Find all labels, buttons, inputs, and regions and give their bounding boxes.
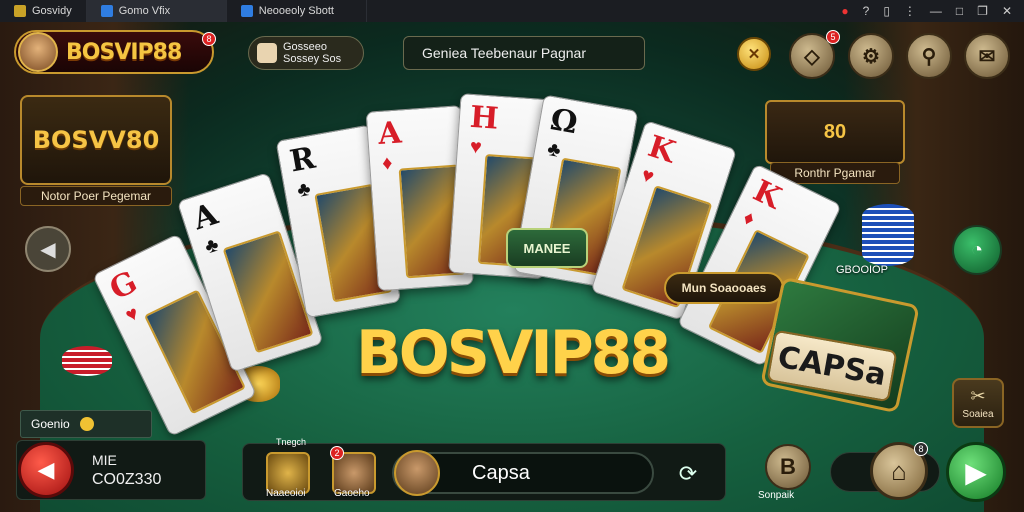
- tab-neooeoly[interactable]: Neooeoly Sbott: [227, 0, 367, 22]
- search-icon[interactable]: ⚲: [906, 33, 952, 79]
- card-suit-icon: ♣: [295, 177, 313, 202]
- player-card-sub: Sossey Sos: [283, 53, 342, 65]
- gear-icon[interactable]: ⚙: [848, 33, 894, 79]
- chip-stack-red: [62, 346, 112, 376]
- card-suit-icon: ♦: [739, 206, 759, 231]
- player-card-name: Gosseeo: [283, 41, 328, 53]
- maximize-icon[interactable]: □: [956, 4, 963, 18]
- room-preview-number: 80: [823, 120, 847, 143]
- emoji-icon[interactable]: ✕: [737, 37, 771, 71]
- card-rank: A: [189, 196, 222, 238]
- home-badge: 8: [914, 442, 928, 456]
- center-brand-logo: BOSVIP88: [356, 318, 671, 388]
- app-icon: [14, 5, 26, 17]
- game-screen: Gosvidy Gomo Vfix Neooeoly Sbott ● ? ▯ ⋮…: [0, 0, 1024, 512]
- record-icon[interactable]: ●: [841, 4, 848, 18]
- card-suit-icon: ♥: [469, 135, 483, 159]
- chip-stack-blue: [862, 204, 914, 266]
- window-controls: ● ? ▯ ⋮ — □ ❐ ✕: [841, 4, 1024, 18]
- card-rank: H: [468, 99, 500, 137]
- game-badge-green[interactable]: MANEE: [506, 228, 588, 268]
- settings-tile[interactable]: ✂ Soaiea: [952, 378, 1004, 428]
- search-text: Capsa: [472, 461, 530, 484]
- gold-label-box: Goenio: [20, 410, 152, 438]
- game-title-bar: Geniea Teebenaur Pagnar: [403, 36, 645, 70]
- more-icon[interactable]: ⋮: [904, 4, 916, 18]
- restore-icon[interactable]: ❐: [977, 4, 988, 18]
- search-avatar: [394, 450, 440, 496]
- minimize-icon[interactable]: —: [930, 4, 942, 18]
- prev-arrow-button[interactable]: ◀: [25, 226, 71, 272]
- card-rank: A: [376, 115, 403, 152]
- slot-header: Tnegch: [276, 437, 307, 447]
- avatar: [18, 32, 58, 72]
- tab-label: Gosvidy: [32, 5, 72, 17]
- notification-badge: 8: [202, 32, 216, 46]
- card-suit-icon: ♦: [381, 152, 394, 175]
- slot2-label: Gaoeho: [334, 488, 370, 499]
- tab-gosvidy[interactable]: Gosvidy: [0, 0, 87, 22]
- card-rank: Ω: [547, 102, 581, 142]
- slot1-label: Naaeoioi: [266, 488, 306, 499]
- card-suit-icon: ♥: [122, 302, 143, 328]
- card-suit-icon: ♥: [638, 163, 657, 189]
- player-mini-avatar: [257, 43, 277, 63]
- balance-line1: MIE: [92, 452, 117, 468]
- game-title: Geniea Teebenaur Pagnar: [422, 45, 586, 61]
- card-rank: K: [643, 129, 680, 171]
- mail-icon[interactable]: ✉: [964, 33, 1010, 79]
- balance-line2: CO0Z330: [92, 471, 162, 488]
- app-icon: [100, 5, 113, 17]
- card-suit-icon: ♣: [545, 138, 563, 162]
- settings-label: Soaiea: [962, 409, 994, 420]
- notification-badge: 2: [330, 446, 344, 460]
- featured-player-panel[interactable]: BOSVV80: [20, 95, 172, 185]
- game-badge-mid[interactable]: Mun Soaooaes: [664, 272, 784, 304]
- tools-icon: ✂: [970, 386, 986, 406]
- player-card-pill[interactable]: Gosseeo Sossey Sos: [248, 36, 364, 70]
- notification-badge: 5: [826, 30, 840, 44]
- balance-text: MIE CO0Z330: [92, 450, 161, 490]
- card-rank: R: [287, 140, 318, 180]
- featured-player-title: BOSVV80: [32, 126, 160, 154]
- brand-badge[interactable]: BOSVIP88: [14, 30, 214, 74]
- next-circle-button[interactable]: ◔: [952, 225, 1002, 275]
- card-suit-icon: ♣: [202, 233, 222, 259]
- back-button[interactable]: ◀: [18, 442, 74, 498]
- tab-gomo[interactable]: Gomo Vfix: [86, 0, 227, 22]
- play-button[interactable]: ▶: [946, 442, 1006, 502]
- brand-logo-text: BOSVIP88: [66, 39, 182, 65]
- b-label: Sonpaik: [758, 490, 795, 501]
- help-icon[interactable]: ?: [863, 4, 870, 18]
- refresh-icon[interactable]: ⟳: [672, 458, 704, 490]
- close-icon[interactable]: ✕: [1002, 4, 1012, 18]
- phone-icon[interactable]: ▯: [883, 4, 890, 18]
- room-preview-panel[interactable]: 80: [765, 100, 905, 164]
- tab-label: Gomo Vfix: [118, 5, 171, 17]
- card-rank: G: [104, 264, 143, 308]
- chips-label: GBOOIOP: [836, 264, 888, 276]
- gold-coin-icon: [79, 417, 94, 431]
- gold-label: Goenio: [31, 417, 70, 431]
- tab-label: Neooeoly Sbott: [258, 5, 334, 17]
- app-icon: [240, 5, 253, 17]
- featured-player-subtitle: Notor Poer Pegemar: [20, 186, 172, 206]
- b-button[interactable]: B: [765, 444, 811, 490]
- window-titlebar: Gosvidy Gomo Vfix Neooeoly Sbott ● ? ▯ ⋮…: [0, 0, 1024, 22]
